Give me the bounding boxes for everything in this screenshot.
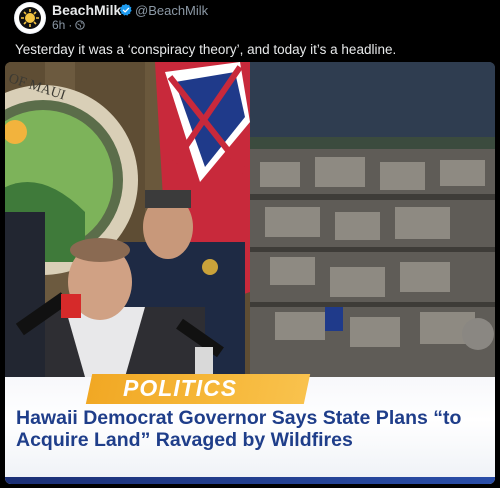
post: BeachMilk @BeachMilk 6h · Yesterday it w… [0, 0, 500, 488]
aerial-damage-illustration [250, 62, 495, 377]
press-conference-illustration: OF MAUI [5, 62, 250, 377]
media-image[interactable]: OF MAUI POLITICS Hawaii Democrat Governo… [5, 62, 495, 484]
press-conference-photo: OF MAUI [5, 62, 250, 377]
verified-badge-icon [119, 3, 132, 16]
aerial-damage-photo: GP [250, 62, 495, 377]
post-meta: 6h · [52, 18, 86, 32]
headline: Hawaii Democrat Governor Says State Plan… [16, 407, 462, 451]
author-name[interactable]: BeachMilk [52, 2, 121, 18]
meta-separator: · [68, 18, 73, 32]
post-text: Yesterday it was a ‘conspiracy theory’, … [15, 42, 397, 57]
author-handle[interactable]: @BeachMilk [135, 3, 208, 18]
avatar[interactable] [14, 2, 46, 34]
politics-tag: POLITICS [123, 375, 238, 401]
globe-icon [75, 20, 86, 30]
avatar-logo [15, 3, 45, 33]
post-time[interactable]: 6h [52, 18, 65, 32]
banner-bottom-bar [5, 477, 495, 484]
